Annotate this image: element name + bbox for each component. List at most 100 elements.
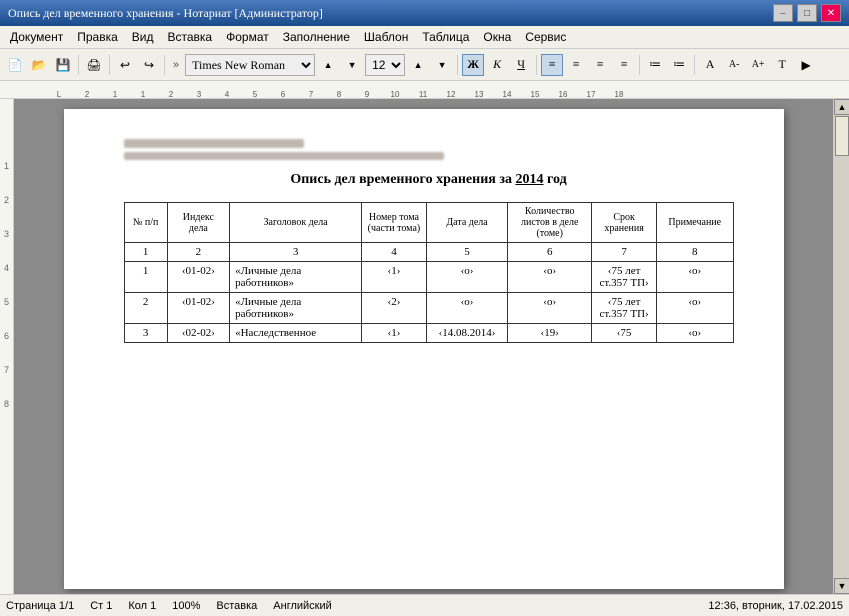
col-vol: Номер тома (части тома) <box>362 203 427 243</box>
close-button[interactable]: ✕ <box>821 4 841 22</box>
col-num: № п/п <box>124 203 167 243</box>
row2-date: ‹о› <box>426 293 507 324</box>
menu-service[interactable]: Сервис <box>519 28 572 46</box>
open-button[interactable]: 📂 <box>28 54 50 76</box>
zoom-level: 100% <box>172 600 200 612</box>
row2-notes: ‹о› <box>656 293 733 324</box>
app-title: Опись дел временного хранения - Нотариат… <box>8 6 323 21</box>
font-size-select[interactable]: 12 10 14 <box>365 54 405 76</box>
table-row: 3 ‹02-02› «Наследственное ‹1› ‹14.08.201… <box>124 324 733 343</box>
row1-notes: ‹о› <box>656 262 733 293</box>
col-notes: Примечание <box>656 203 733 243</box>
toolbar: 📄 📂 💾 🖨 ↩ ↪ » Times New Roman Arial ▲ ▼ … <box>0 49 849 81</box>
print-button[interactable]: 🖨 <box>83 54 105 76</box>
num-list-button[interactable]: ≔ <box>668 54 690 76</box>
datetime: 12:36, вторник, 17.02.2015 <box>708 600 843 612</box>
window-controls: – □ ✕ <box>773 4 841 22</box>
year-underlined: 2014 <box>515 172 543 187</box>
redo-button[interactable]: ↪ <box>138 54 160 76</box>
row2-period: ‹75 лет ст.357 ТП› <box>592 293 657 324</box>
toolbar-extra[interactable]: ▶ <box>795 54 817 76</box>
scroll-track[interactable] <box>834 115 849 578</box>
font-size-down[interactable]: ▼ <box>431 54 453 76</box>
status-bar: Страница 1/1 Ст 1 Кол 1 100% Вставка Анг… <box>0 594 849 616</box>
main-table: № п/п Индекс дела Заголовок дела Номер т… <box>124 202 734 343</box>
menu-bar: Документ Правка Вид Вставка Формат Запол… <box>0 26 849 49</box>
new-button[interactable]: 📄 <box>4 54 26 76</box>
menu-edit[interactable]: Правка <box>71 28 124 46</box>
ruler-marks: L 2 1 1 2 3 4 5 6 7 8 9 10 11 12 13 14 1… <box>0 81 633 99</box>
font-name-down[interactable]: ▼ <box>341 54 363 76</box>
col-date: Дата дела <box>426 203 507 243</box>
row1-index: ‹01-02› <box>167 262 229 293</box>
row2-title: «Личные дела работников» <box>230 293 362 324</box>
align-left-button[interactable]: ≡ <box>541 54 563 76</box>
blurred-line-2 <box>124 152 444 160</box>
document-title: Опись дел временного хранения за 2014 го… <box>124 172 734 188</box>
col-period: Срок хранения <box>592 203 657 243</box>
align-justify-button[interactable]: ≡ <box>613 54 635 76</box>
font-size-up[interactable]: ▲ <box>407 54 429 76</box>
italic-button[interactable]: К <box>486 54 508 76</box>
font-size-inc-button[interactable]: A+ <box>747 54 769 76</box>
row2-vol: ‹2› <box>362 293 427 324</box>
language: Английский <box>273 600 332 612</box>
num-1: 1 <box>124 243 167 262</box>
num-8: 8 <box>656 243 733 262</box>
menu-fill[interactable]: Заполнение <box>277 28 356 46</box>
row1-sheets: ‹о› <box>508 262 592 293</box>
row2-sheets: ‹о› <box>508 293 592 324</box>
align-center-button[interactable]: ≡ <box>565 54 587 76</box>
vertical-scrollbar[interactable]: ▲ ▼ <box>833 99 849 594</box>
undo-button[interactable]: ↩ <box>114 54 136 76</box>
row3-date: ‹14.08.2014› <box>426 324 507 343</box>
maximize-button[interactable]: □ <box>797 4 817 22</box>
edit-mode: Вставка <box>216 600 257 612</box>
row1-num: 1 <box>124 262 167 293</box>
num-4: 4 <box>362 243 427 262</box>
menu-table[interactable]: Таблица <box>416 28 475 46</box>
num-6: 6 <box>508 243 592 262</box>
row1-date: ‹о› <box>426 262 507 293</box>
sep4 <box>457 55 458 75</box>
title-bar: Опись дел временного хранения - Нотариат… <box>0 0 849 26</box>
row3-title: «Наследственное <box>230 324 362 343</box>
row-info: Ст 1 <box>90 600 112 612</box>
blurred-line-1 <box>124 139 304 148</box>
font-name-select[interactable]: Times New Roman Arial <box>185 54 315 76</box>
document-container[interactable]: Опись дел временного хранения за 2014 го… <box>14 99 833 594</box>
page-info: Страница 1/1 <box>6 600 74 612</box>
menu-view[interactable]: Вид <box>126 28 160 46</box>
sep7 <box>694 55 695 75</box>
table-row: 2 ‹01-02› «Личные дела работников» ‹2› ‹… <box>124 293 733 324</box>
scroll-thumb[interactable] <box>835 116 849 156</box>
num-5: 5 <box>426 243 507 262</box>
minimize-button[interactable]: – <box>773 4 793 22</box>
col-info: Кол 1 <box>128 600 156 612</box>
font-name-up[interactable]: ▲ <box>317 54 339 76</box>
col-sheets: Количество листов в деле (томе) <box>508 203 592 243</box>
scroll-down-button[interactable]: ▼ <box>834 578 849 594</box>
align-right-button[interactable]: ≡ <box>589 54 611 76</box>
menu-template[interactable]: Шаблон <box>358 28 414 46</box>
save-button[interactable]: 💾 <box>52 54 74 76</box>
sep3 <box>164 55 165 75</box>
row3-sheets: ‹19› <box>508 324 592 343</box>
list-button[interactable]: ≔ <box>644 54 666 76</box>
menu-format[interactable]: Формат <box>220 28 275 46</box>
extra-button[interactable]: T <box>771 54 793 76</box>
font-size-dec-button[interactable]: A- <box>723 54 745 76</box>
col-index: Индекс дела <box>167 203 229 243</box>
scroll-up-button[interactable]: ▲ <box>834 99 849 115</box>
menu-document[interactable]: Документ <box>4 28 69 46</box>
menu-insert[interactable]: Вставка <box>162 28 219 46</box>
font-color-button[interactable]: A <box>699 54 721 76</box>
underline-button[interactable]: Ч <box>510 54 532 76</box>
row3-vol: ‹1› <box>362 324 427 343</box>
bold-button[interactable]: Ж <box>462 54 484 76</box>
menu-windows[interactable]: Окна <box>477 28 517 46</box>
num-2: 2 <box>167 243 229 262</box>
font-arrow: » <box>169 59 183 71</box>
row3-period: ‹75 <box>592 324 657 343</box>
title-text: Опись дел временного хранения за <box>290 172 515 187</box>
